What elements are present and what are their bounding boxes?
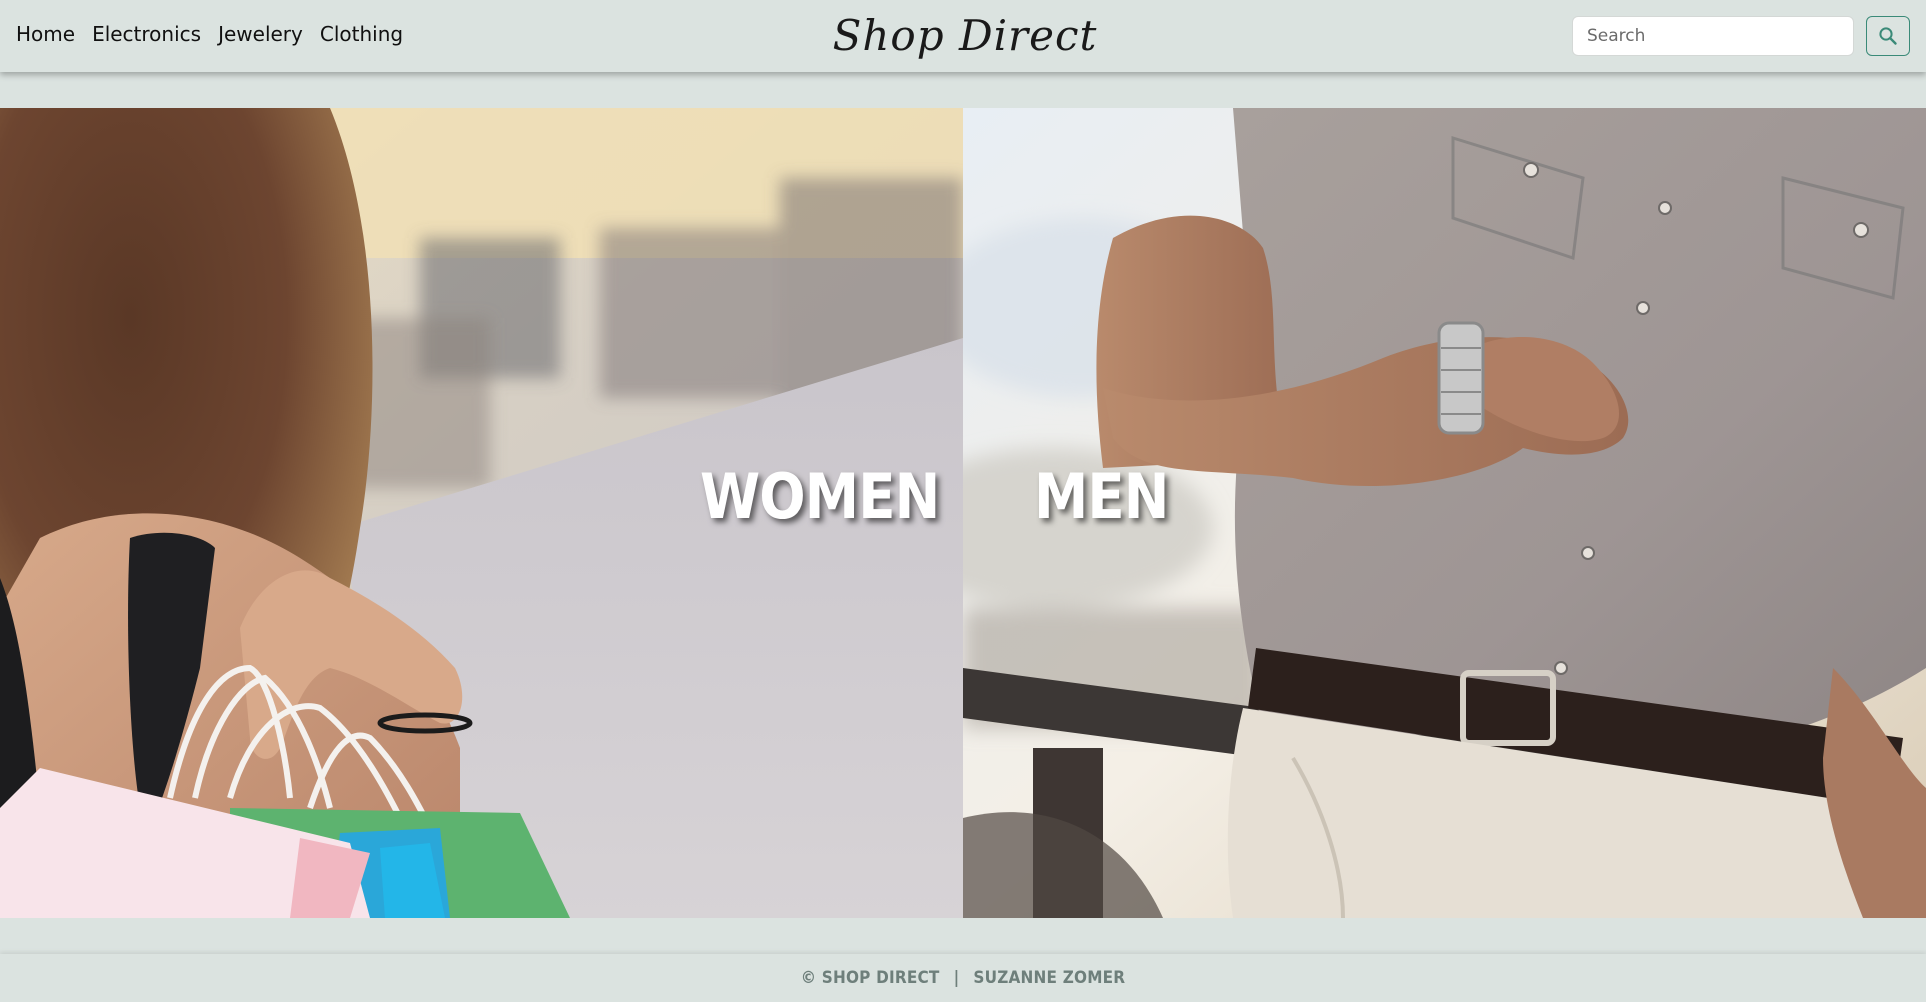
footer-separator: | bbox=[953, 968, 960, 988]
men-category-label[interactable]: MEN bbox=[1034, 460, 1169, 533]
nav-link-electronics[interactable]: Electronics bbox=[92, 22, 201, 46]
hero-banner: WOMEN MEN bbox=[0, 108, 1926, 918]
site-footer: © SHOP DIRECT | SUZANNE ZOMER bbox=[0, 954, 1926, 1002]
men-category-panel[interactable]: MEN bbox=[963, 108, 1926, 918]
nav-links: Home Electronics Jewelery Clothing bbox=[16, 22, 403, 46]
top-navbar: Home Electronics Jewelery Clothing Shop … bbox=[0, 0, 1926, 72]
women-category-label[interactable]: WOMEN bbox=[700, 460, 940, 533]
search-button[interactable] bbox=[1866, 16, 1910, 56]
nav-link-jewelery[interactable]: Jewelery bbox=[218, 22, 303, 46]
nav-link-home[interactable]: Home bbox=[16, 22, 75, 46]
nav-link-clothing[interactable]: Clothing bbox=[320, 22, 403, 46]
search-input[interactable] bbox=[1572, 16, 1854, 56]
women-category-panel[interactable]: WOMEN bbox=[0, 108, 963, 918]
search-icon bbox=[1879, 27, 1897, 45]
brand-logo[interactable]: Shop Direct bbox=[833, 4, 1097, 66]
footer-author: SUZANNE ZOMER bbox=[973, 968, 1126, 988]
footer-copyright: © SHOP DIRECT bbox=[800, 968, 940, 988]
